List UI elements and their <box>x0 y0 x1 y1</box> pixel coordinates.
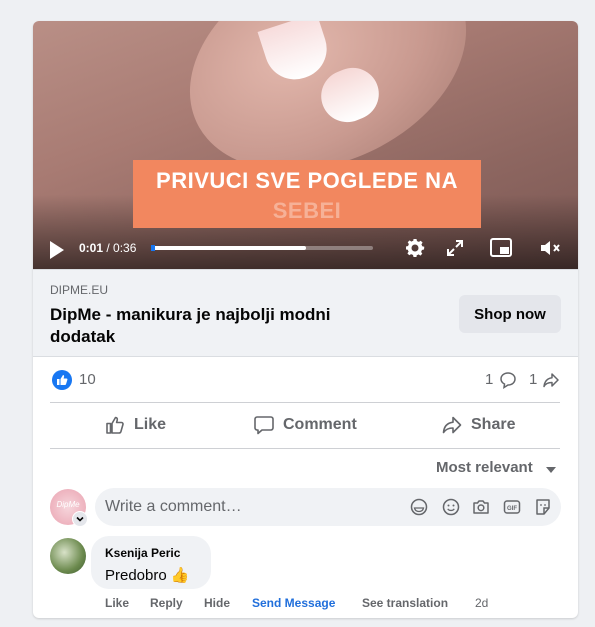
video-progress-bar[interactable] <box>151 245 373 251</box>
share-icon <box>442 416 462 434</box>
link-preview[interactable]: DIPME.EU DipMe - manikura je najbolji mo… <box>33 269 578 357</box>
share-button[interactable]: Share <box>441 405 515 445</box>
progress-marker <box>151 245 155 251</box>
progress-fill <box>151 246 307 250</box>
comment-hide-link[interactable]: Hide <box>204 596 230 610</box>
video-controls: 0:01 / 0:36 <box>33 231 578 269</box>
commenter-name[interactable]: Ksenija Peric <box>105 546 180 560</box>
comment-like-link[interactable]: Like <box>105 596 129 610</box>
avatar-logo-text: DipMe <box>56 500 80 509</box>
comment-sort-dropdown[interactable]: Most relevant <box>436 459 533 476</box>
comment-count[interactable]: 1 <box>485 371 493 388</box>
time-current: 0:01 <box>79 241 104 255</box>
gear-icon[interactable] <box>403 236 427 260</box>
volume-muted-icon[interactable] <box>538 237 562 259</box>
video-banner: PRIVUCI SVE POGLEDE NA SEBEI <box>133 160 481 228</box>
share-icon <box>543 373 559 388</box>
comment-label: Comment <box>283 416 357 433</box>
comment-bubble: Ksenija Peric Predobro 👍 <box>91 536 211 589</box>
link-domain: DIPME.EU <box>50 283 109 297</box>
video-time: 0:01 / 0:36 <box>79 241 136 255</box>
comment-timestamp[interactable]: 2d <box>475 596 488 610</box>
comment-text: Predobro 👍 <box>105 566 190 584</box>
shop-now-button[interactable]: Shop now <box>459 295 561 333</box>
gif-icon[interactable]: GIF <box>502 497 522 517</box>
play-icon[interactable] <box>48 240 66 260</box>
share-label: Share <box>471 416 516 433</box>
comment-body: Predobro <box>105 567 167 584</box>
comment-input[interactable]: Write a comment… GIF <box>95 488 561 526</box>
banner-line-2: SEBEI <box>272 198 342 223</box>
picture-in-picture-icon[interactable] <box>489 237 513 259</box>
thumbs-up-emoji: 👍 <box>170 567 190 584</box>
like-label: Like <box>134 416 167 433</box>
chevron-down-icon[interactable] <box>546 467 556 473</box>
divider <box>50 448 560 449</box>
link-title[interactable]: DipMe - manikura je najbolji modni dodat… <box>50 304 380 348</box>
sticker-icon[interactable] <box>533 497 553 517</box>
like-button[interactable]: Like <box>104 405 166 445</box>
send-message-link[interactable]: Send Message <box>252 596 335 610</box>
emoji-icon[interactable] <box>441 497 461 517</box>
reaction-count[interactable]: 10 <box>79 371 96 388</box>
share-count[interactable]: 1 <box>529 371 537 388</box>
post-card: PRIVUCI SVE POGLEDE NA SEBEI 0:01 / 0:36 <box>33 21 578 618</box>
banner-line-1: PRIVUCI SVE POGLEDE NA <box>156 168 458 193</box>
comment-reply-link[interactable]: Reply <box>150 596 183 610</box>
comment-input-placeholder: Write a comment… <box>105 498 242 515</box>
comment-button[interactable]: Comment <box>253 405 357 445</box>
time-separator: / <box>103 241 114 255</box>
comment-icon <box>254 416 274 435</box>
commenter-avatar[interactable] <box>50 538 86 574</box>
time-total: 0:36 <box>113 241 137 255</box>
svg-text:GIF: GIF <box>507 506 517 512</box>
like-reaction-icon[interactable] <box>52 370 72 390</box>
see-translation-link[interactable]: See translation <box>362 596 448 610</box>
fullscreen-icon[interactable] <box>445 238 465 258</box>
camera-icon[interactable] <box>471 497 491 517</box>
chevron-down-icon[interactable] <box>72 511 88 527</box>
avatar-sticker-icon[interactable] <box>409 497 429 517</box>
thumbs-up-icon <box>106 416 124 434</box>
video-player[interactable]: PRIVUCI SVE POGLEDE NA SEBEI 0:01 / 0:36 <box>33 21 578 269</box>
comment-icon <box>500 372 516 389</box>
divider <box>50 402 560 403</box>
